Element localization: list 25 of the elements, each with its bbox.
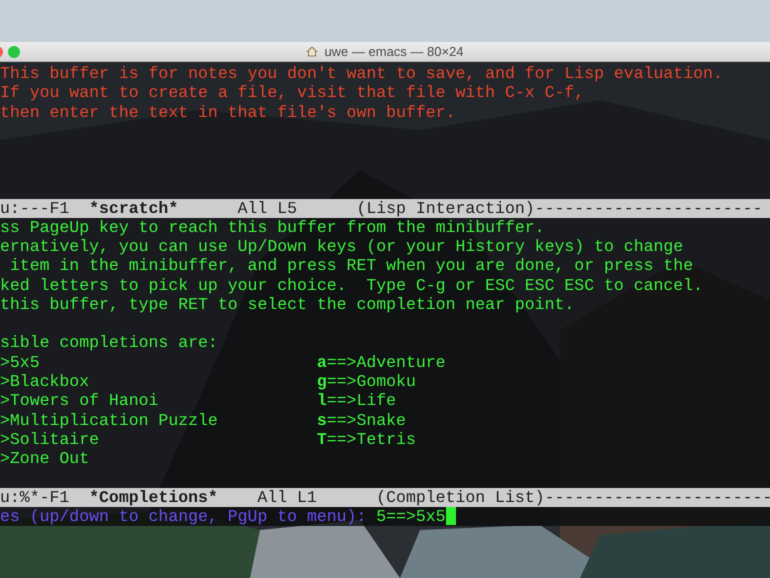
- window-title: uwe — emacs — 80×24: [324, 44, 464, 59]
- completion-item[interactable]: >Blackbox: [0, 372, 317, 392]
- help-text: ss PageUp key to reach this buffer from the minibuffer.: [0, 218, 546, 237]
- home-icon: [306, 46, 318, 57]
- buffer-text: If you want to create a file, visit that file with C-x C-f,: [0, 83, 586, 103]
- buffer-text: then enter the text in that file's own buffer.: [0, 102, 456, 122]
- zoom-button[interactable]: [8, 46, 20, 58]
- minibuffer-input[interactable]: 5==>5x5: [376, 506, 446, 526]
- completion-item[interactable]: >Zone Out: [0, 449, 317, 468]
- minibuffer-prompt: es (up/down to change, PgUp to menu):: [0, 506, 368, 526]
- completion-item[interactable]: >Solitaire: [0, 430, 317, 450]
- buffer-text: This buffer is for notes you don't want to save, and for Lisp evaluation.: [0, 64, 724, 84]
- help-text: this buffer, type RET to select the completion near point.: [0, 294, 576, 314]
- completions-heading: sible completions are:: [0, 333, 219, 353]
- completion-item[interactable]: T==>Tetris: [316, 430, 770, 450]
- completion-item[interactable]: l==>Life: [316, 391, 770, 410]
- completion-item[interactable]: s==>Snake: [316, 410, 770, 430]
- completion-item[interactable]: >5x5: [0, 352, 317, 372]
- help-text: ernatively, you can use Up/Down keys (or your History keys) to change: [0, 236, 684, 256]
- completion-item[interactable]: >Towers of Hanoi: [0, 391, 317, 410]
- completion-item[interactable]: >Multiplication Puzzle: [0, 410, 317, 430]
- completion-item[interactable]: g==>Gomoku: [316, 372, 770, 392]
- help-text: item in the minibuffer, and press RET when you are done, or press the: [8, 256, 694, 276]
- help-text: ked letters to pick up your choice. Type C-g or ESC ESC ESC to cancel.: [0, 276, 704, 295]
- completion-item[interactable]: a==>Adventure: [316, 352, 770, 372]
